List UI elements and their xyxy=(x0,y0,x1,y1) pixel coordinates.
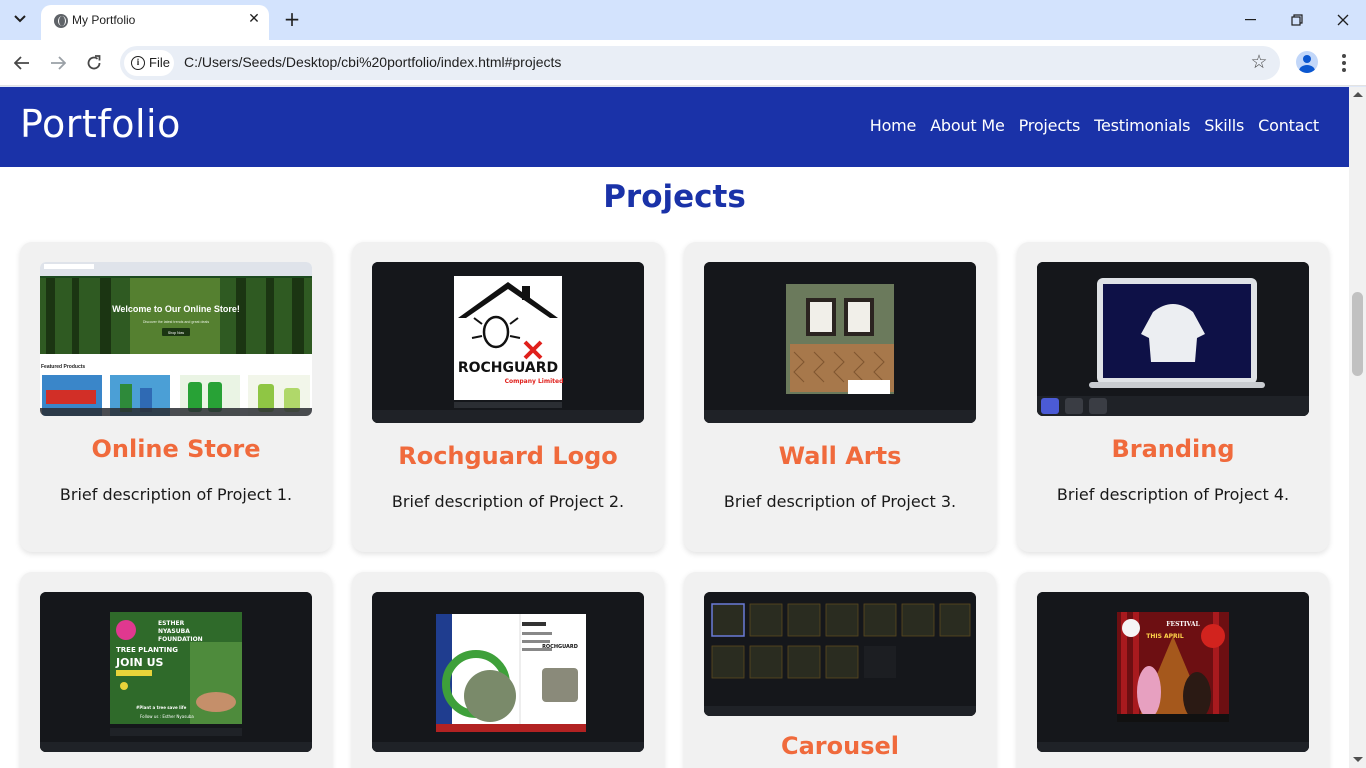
restore-icon[interactable] xyxy=(1274,0,1320,40)
site-logo[interactable]: Portfolio xyxy=(20,102,181,146)
profile-icon[interactable] xyxy=(1296,51,1318,73)
thumb-line7: Follow us : Esther Nyasuba xyxy=(140,714,194,719)
project-thumbnail: ROCHGUARD xyxy=(372,592,644,752)
star-icon[interactable]: ☆ xyxy=(1248,51,1270,73)
minimize-icon[interactable] xyxy=(1228,0,1274,40)
project-title: Rochguard Logo xyxy=(398,442,618,470)
project-thumbnail xyxy=(1037,262,1309,416)
reload-icon[interactable] xyxy=(82,51,106,75)
project-title: Online Store xyxy=(91,435,261,463)
back-arrow-icon[interactable] xyxy=(10,51,34,75)
site-nav: Home About Me Projects Testimonials Skil… xyxy=(856,116,1319,135)
thumb-line4: TREE PLANTING xyxy=(116,646,178,654)
project-description: Brief description of Project 1. xyxy=(59,485,293,504)
project-thumbnail: ESTHER NYASUBA FOUNDATION TREE PLANTING … xyxy=(40,592,312,752)
thumb-line2: NYASUBA xyxy=(158,628,190,635)
nav-contact[interactable]: Contact xyxy=(1258,116,1319,135)
tab-strip: My Portfolio ✕ + xyxy=(0,0,1366,40)
page-viewport: Portfolio Home About Me Projects Testimo… xyxy=(0,87,1366,768)
project-card[interactable]: Wall Arts Brief description of Project 3… xyxy=(684,242,996,552)
project-title: Wall Arts xyxy=(778,442,902,470)
nav-projects[interactable]: Projects xyxy=(1019,116,1081,135)
url-text[interactable]: C:/Users/Seeds/Desktop/cbi%20portfolio/i… xyxy=(184,54,561,70)
thumb-header-text: FESTIVAL xyxy=(1166,621,1200,628)
thumb-button-text: Shop Now xyxy=(168,331,185,335)
tab-title: My Portfolio xyxy=(72,13,136,27)
file-label: File xyxy=(149,55,170,70)
info-icon: i xyxy=(131,56,145,70)
project-card[interactable]: Carousel xyxy=(684,572,996,768)
thumb-brand-text: ROCHGUARD xyxy=(458,360,558,376)
project-thumbnail: ROCHGUARD Company Limited xyxy=(372,262,644,423)
scroll-down-icon[interactable] xyxy=(1353,757,1363,762)
close-icon[interactable]: ✕ xyxy=(246,11,262,27)
project-card[interactable]: Welcome to Our Online Store! Discover th… xyxy=(20,242,332,552)
address-bar[interactable]: i File C:/Users/Seeds/Desktop/cbi%20port… xyxy=(120,46,1280,80)
thumb-brand-text: ROCHGUARD xyxy=(542,644,578,650)
active-tab[interactable]: My Portfolio ✕ xyxy=(41,5,269,40)
close-window-icon[interactable] xyxy=(1320,0,1366,40)
site-header: Portfolio Home About Me Projects Testimo… xyxy=(0,87,1349,167)
project-thumbnail xyxy=(704,262,976,423)
project-thumbnail xyxy=(704,592,976,716)
project-title: Branding xyxy=(1111,435,1235,463)
project-card[interactable]: ROCHGUARD Company Limited Rochguard Logo… xyxy=(352,242,664,552)
thumb-banner-text: Welcome to Our Online Store! xyxy=(112,304,240,314)
nav-home[interactable]: Home xyxy=(870,116,917,135)
project-card[interactable]: ROCHGUARD xyxy=(352,572,664,768)
nav-about[interactable]: About Me xyxy=(930,116,1005,135)
project-description: Brief description of Project 3. xyxy=(723,492,957,511)
page-scrollbar[interactable] xyxy=(1349,87,1366,768)
nav-skills[interactable]: Skills xyxy=(1204,116,1244,135)
browser-toolbar: i File C:/Users/Seeds/Desktop/cbi%20port… xyxy=(0,40,1366,86)
project-card[interactable]: Branding Brief description of Project 4. xyxy=(1017,242,1329,552)
site-info-chip[interactable]: i File xyxy=(124,50,174,76)
nav-testimonials[interactable]: Testimonials xyxy=(1094,116,1190,135)
globe-icon xyxy=(54,14,68,28)
project-card[interactable]: FESTIVAL THIS APRIL xyxy=(1017,572,1329,768)
thumb-event-text: THIS APRIL xyxy=(1146,633,1184,640)
tab-search-icon[interactable] xyxy=(8,7,32,31)
project-description: Brief description of Project 2. xyxy=(391,492,625,511)
thumb-featured-text: Featured Products xyxy=(41,364,85,370)
thumb-line5: JOIN US xyxy=(115,656,164,669)
thumb-tagline-text: Company Limited xyxy=(505,378,564,385)
kebab-menu-icon[interactable] xyxy=(1334,52,1354,74)
thumb-line1: ESTHER xyxy=(158,620,185,627)
thumb-sub-text: Discover the latest trends and great dea… xyxy=(143,320,210,324)
scroll-thumb[interactable] xyxy=(1352,292,1363,376)
plus-icon[interactable]: + xyxy=(281,8,303,30)
scroll-up-icon[interactable] xyxy=(1353,92,1363,97)
thumb-line6: #Plant a tree save life xyxy=(136,705,187,710)
project-thumbnail: Welcome to Our Online Store! Discover th… xyxy=(40,262,312,416)
project-description: Brief description of Project 4. xyxy=(1056,485,1290,504)
projects-heading: Projects xyxy=(603,179,746,215)
project-card[interactable]: ESTHER NYASUBA FOUNDATION TREE PLANTING … xyxy=(20,572,332,768)
thumb-line3: FOUNDATION xyxy=(158,636,203,643)
project-thumbnail: FESTIVAL THIS APRIL xyxy=(1037,592,1309,752)
project-title: Carousel xyxy=(780,732,899,760)
forward-arrow-icon[interactable] xyxy=(46,51,70,75)
